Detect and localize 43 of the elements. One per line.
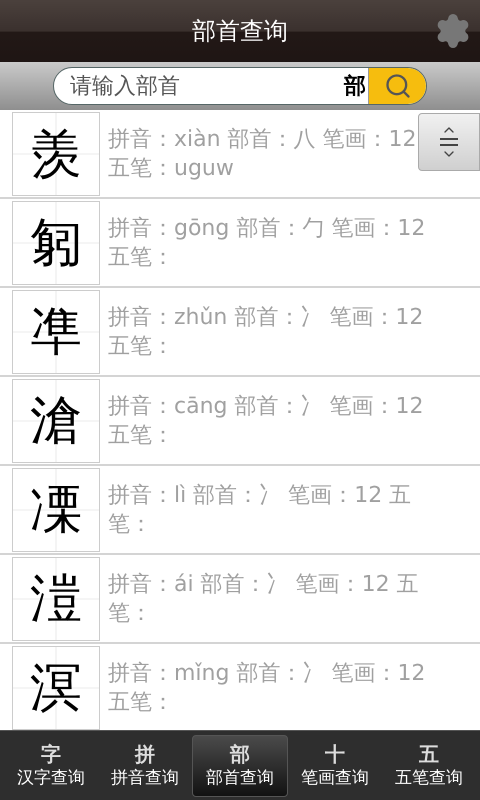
character-info: 拼音：xiàn 部首：八 笔画：12 五笔：uguw (108, 126, 418, 182)
tab[interactable]: 部 部首查询 (192, 734, 288, 796)
character-tile: 凖 (12, 290, 100, 374)
character-tile: 匑 (12, 200, 100, 284)
character-info: 拼音：gōng 部首：勹 笔画：12 五笔： (108, 214, 426, 272)
tab[interactable]: 字 汉字查询 (4, 734, 98, 796)
tab-glyph: 字 (41, 742, 61, 766)
search-input[interactable]: 请输入部首 (54, 70, 344, 102)
tab-label: 汉字查询 (17, 766, 85, 790)
character-tile: 凓 (12, 468, 100, 552)
result-row[interactable]: 凖 拼音：zhǔn 部首：冫 笔画：12 五笔： (0, 288, 480, 377)
scroll-handle[interactable] (418, 113, 480, 171)
character-tile: 溟 (12, 646, 100, 730)
search-field[interactable]: 请输入部首 部 (53, 67, 427, 105)
tab-glyph: 部 (230, 742, 250, 766)
mode-glyph: 部 (344, 72, 367, 100)
character-info: 拼音：lì 部首：冫 笔画：12 五笔： (108, 482, 412, 538)
result-row[interactable]: 凓 拼音：lì 部首：冫 笔画：12 五笔： (0, 466, 480, 555)
result-row[interactable]: 滄 拼音：cāng 部首：冫 笔画：12 五笔： (0, 377, 480, 466)
tab-label: 五笔查询 (395, 766, 463, 790)
tab[interactable]: 五 五笔查询 (382, 734, 476, 796)
tab-glyph: 十 (325, 742, 345, 766)
result-row[interactable]: 溰 拼音：ái 部首：冫 笔画：12 五笔： (0, 555, 480, 644)
tab[interactable]: 十 笔画查询 (288, 734, 382, 796)
character-tile: 羡 (12, 112, 100, 196)
character-info: 拼音：mǐng 部首：冫 笔画：12 五笔： (108, 660, 426, 716)
character-tile: 溰 (12, 556, 100, 640)
window-title: 部首查询 (192, 16, 288, 47)
tab-glyph: 拼 (135, 742, 155, 766)
character-info: 拼音：zhǔn 部首：冫 笔画：12 五笔： (108, 304, 424, 360)
tab-label: 笔画查询 (301, 766, 369, 790)
result-row[interactable]: 羡 拼音：xiàn 部首：八 笔画：12 五笔：uguw (0, 110, 480, 199)
tab[interactable]: 拼 拼音查询 (98, 734, 192, 796)
character-tile: 滄 (12, 378, 100, 462)
tab-label: 拼音查询 (111, 766, 179, 790)
result-row[interactable]: 匑 拼音：gōng 部首：勹 笔画：12 五笔： (0, 199, 480, 288)
character-info: 拼音：cāng 部首：冫 笔画：12 五笔： (108, 392, 424, 450)
search-button[interactable] (368, 68, 426, 104)
tab-glyph: 五 (419, 742, 439, 766)
character-info: 拼音：ái 部首：冫 笔画：12 五笔： (108, 570, 420, 628)
result-row[interactable]: 溟 拼音：mǐng 部首：冫 笔画：12 五笔： (0, 644, 480, 730)
tab-label: 部首查询 (206, 766, 274, 790)
search-icon (384, 72, 412, 100)
